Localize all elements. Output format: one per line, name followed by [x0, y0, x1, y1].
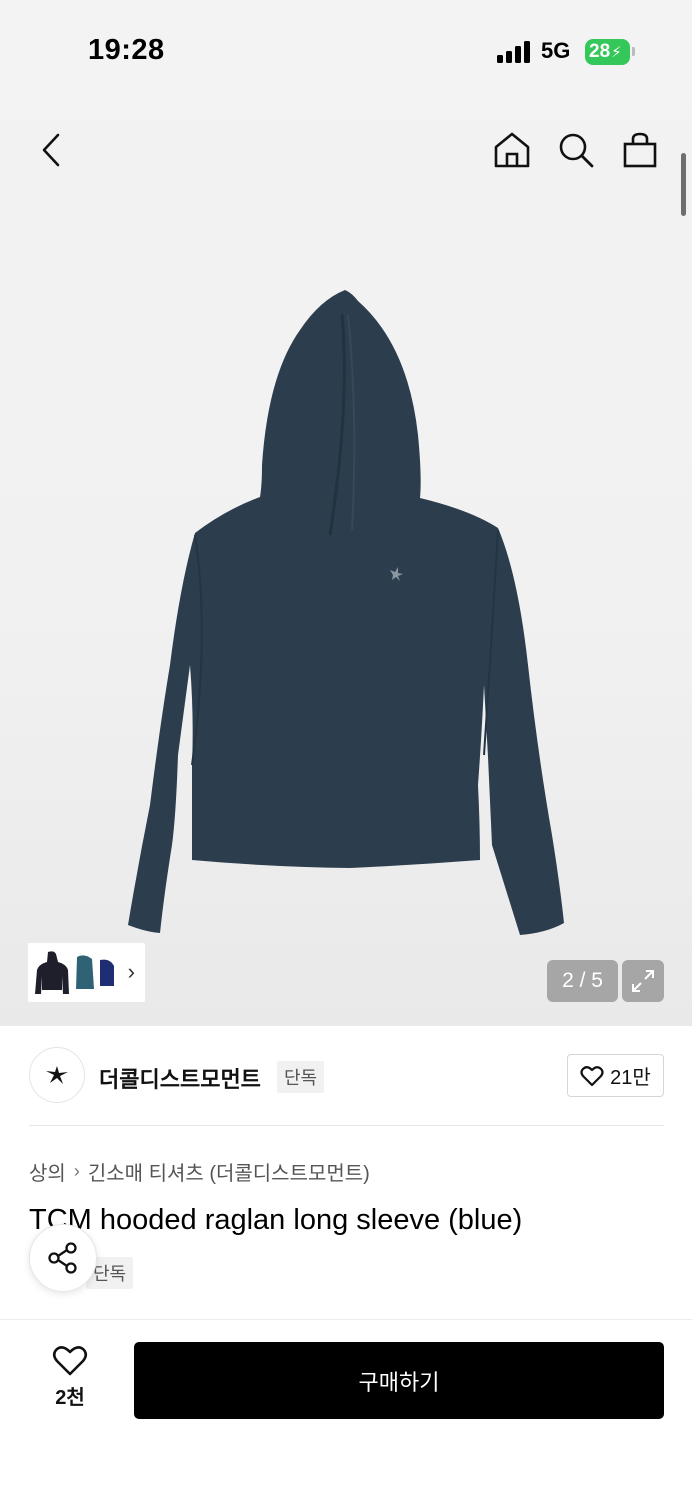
brand-name[interactable]: 더콜디스트모먼트: [99, 1062, 261, 1094]
search-icon: [559, 133, 594, 168]
signal-icon: [497, 41, 531, 63]
color-thumbnails[interactable]: ›: [28, 943, 145, 1002]
product-title: TCM hooded raglan long sleeve (blue): [29, 1204, 523, 1236]
battery-level: 28: [589, 41, 611, 62]
expand-button[interactable]: [622, 960, 664, 1002]
brand-star-icon: [46, 1066, 68, 1084]
brand-logo[interactable]: [29, 1047, 85, 1103]
search-button[interactable]: [556, 130, 596, 170]
home-icon: [494, 132, 530, 168]
status-time: 19:28: [88, 34, 165, 66]
shopping-bag-icon: [623, 132, 657, 168]
image-counter: 2 / 5: [547, 960, 618, 1002]
battery-icon: 28⚡: [585, 39, 630, 65]
product-image[interactable]: [120, 285, 575, 940]
chevron-left-icon: [42, 133, 60, 167]
brand-like-count: 21만: [610, 1067, 651, 1089]
breadcrumb: 상의 › 긴소매 티셔츠 (더콜디스트모먼트): [29, 1157, 370, 1186]
thumbnail-navy[interactable]: [98, 956, 116, 990]
cart-button[interactable]: [620, 130, 660, 170]
buy-button[interactable]: 구매하기: [134, 1342, 664, 1419]
wishlist-button[interactable]: 2천: [40, 1345, 100, 1410]
back-button[interactable]: [34, 130, 68, 170]
breadcrumb-subcategory[interactable]: 긴소매 티셔츠 (더콜디스트모먼트): [88, 1157, 370, 1186]
breadcrumb-category[interactable]: 상의: [29, 1157, 66, 1186]
network-label: 5G: [541, 38, 571, 63]
heart-icon: [580, 1065, 604, 1086]
thumbnail-teal[interactable]: [74, 953, 96, 993]
brand-like-button[interactable]: 21만: [567, 1054, 664, 1097]
wishlist-count: 2천: [55, 1387, 85, 1409]
heart-icon: [52, 1346, 88, 1376]
share-button[interactable]: [29, 1224, 97, 1292]
battery-cap: [632, 47, 635, 56]
thumbnail-black[interactable]: [34, 950, 70, 996]
home-button[interactable]: [492, 130, 532, 170]
expand-icon: [632, 970, 654, 992]
exclusive-badge: 단독: [277, 1061, 325, 1093]
divider: [29, 1125, 664, 1126]
scrollbar[interactable]: [681, 153, 686, 216]
chevron-right-icon: ›: [73, 1161, 80, 1181]
chevron-right-icon: ›: [127, 959, 135, 984]
share-icon: [48, 1242, 77, 1274]
